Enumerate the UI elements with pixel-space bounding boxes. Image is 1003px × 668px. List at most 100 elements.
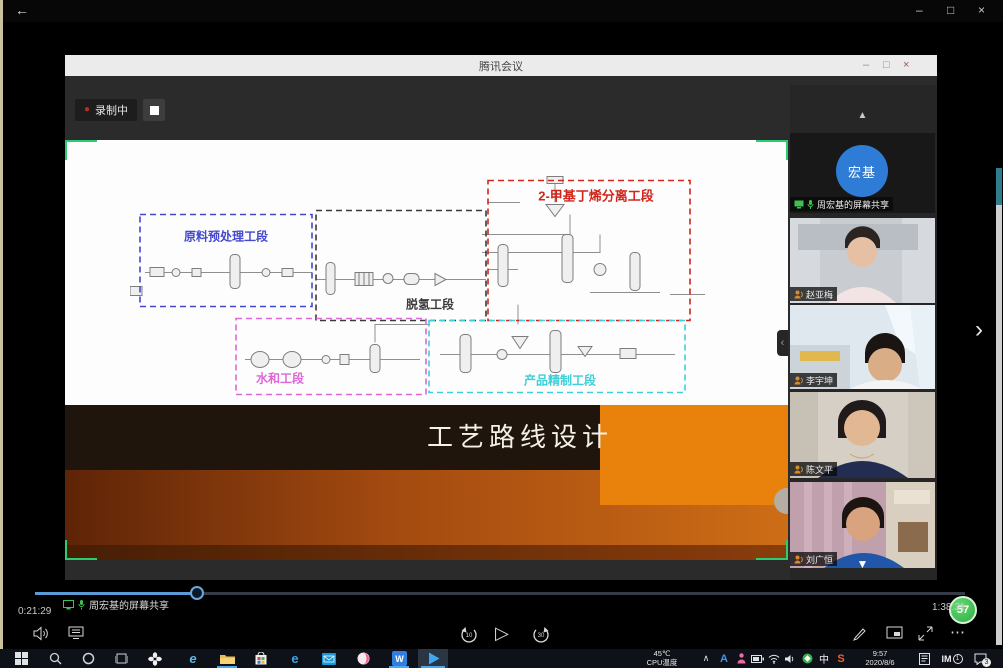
ime-status-icon[interactable]: IM 1 xyxy=(938,649,966,668)
annotate-button[interactable] xyxy=(852,626,867,646)
background-window-edge xyxy=(0,0,3,668)
skip-back-button[interactable]: 10 xyxy=(458,626,480,646)
mail-icon[interactable] xyxy=(316,649,342,668)
skip-forward-button[interactable]: 30 xyxy=(530,626,552,646)
mic-icon xyxy=(807,200,814,209)
avatar: 宏基 xyxy=(836,145,888,197)
meeting-minimize-button[interactable]: – xyxy=(863,59,869,71)
section-label-separation: 2-甲基丁烯分离工段 xyxy=(538,189,654,204)
fullscreen-button[interactable] xyxy=(918,626,933,646)
scroll-up-icon[interactable]: ▲ xyxy=(790,110,935,121)
tray-a-app-icon[interactable]: A xyxy=(716,649,732,668)
next-page-chevron[interactable]: › xyxy=(975,316,983,344)
close-button[interactable]: × xyxy=(978,3,985,17)
section-label-dehydrogenation: 脱氢工段 xyxy=(406,297,455,312)
action-center-icon[interactable]: 3 xyxy=(972,649,988,668)
file-explorer-icon[interactable] xyxy=(214,649,240,668)
participant-tile[interactable]: 陈文平 xyxy=(790,392,935,478)
edge-icon[interactable]: e xyxy=(282,649,308,668)
share-corner-marker xyxy=(756,540,788,560)
tray-expand-icon[interactable]: ∧ xyxy=(698,649,714,668)
skip-forward-value: 30 xyxy=(530,633,552,639)
maximize-button[interactable]: □ xyxy=(947,3,954,17)
cpu-temp-label: CPU温度 xyxy=(630,659,694,668)
participant-tile[interactable]: 刘广恒 xyxy=(790,482,935,568)
ms-store-icon[interactable] xyxy=(248,649,274,668)
mic-icon xyxy=(78,600,85,610)
shared-screen-region: 原料预处理工段 脱氢工段 2-甲基丁烯分离工段 水和工段 产品精制工段 工艺路线… xyxy=(65,140,788,560)
background-scrollbar[interactable] xyxy=(996,205,1002,645)
meeting-close-button[interactable]: × xyxy=(903,59,909,71)
taskbar: e e W 45℃ CPU温度 ∧ A xyxy=(0,649,1003,668)
pip-button[interactable] xyxy=(886,626,903,645)
svg-text:W: W xyxy=(395,654,404,664)
section-label-hydration: 水和工段 xyxy=(256,371,305,386)
meeting-title: 腾讯会议 xyxy=(65,58,937,74)
collapse-sidebar-tab[interactable]: ‹ xyxy=(777,330,788,356)
ie-icon[interactable]: e xyxy=(180,649,206,668)
participant-label: 周宏基的屏幕共享 xyxy=(817,198,889,211)
background-scrollbar-segment xyxy=(996,168,1002,205)
ime-language-icon[interactable]: 中 xyxy=(816,649,832,668)
recording-indicator: ● 录制中 xyxy=(75,99,137,121)
speaking-mic-icon xyxy=(794,376,803,385)
wifi-icon[interactable] xyxy=(766,649,782,668)
screen-share-icon xyxy=(63,600,74,610)
participant-label: 赵亚梅 xyxy=(806,288,833,301)
notes-icon[interactable] xyxy=(916,649,932,668)
process-flow-diagram: 原料预处理工段 脱氢工段 2-甲基丁烯分离工段 水和工段 产品精制工段 xyxy=(130,173,720,401)
share-corner-marker xyxy=(65,540,97,560)
progress-handle[interactable] xyxy=(190,586,204,600)
progress-track[interactable] xyxy=(35,592,965,595)
search-icon[interactable] xyxy=(42,649,68,668)
participant-tile[interactable]: 宏基 周宏基的屏幕共享 xyxy=(790,133,935,213)
display-settings-button[interactable] xyxy=(68,626,84,645)
sogou-icon[interactable]: S xyxy=(833,649,849,668)
cortana-icon[interactable] xyxy=(75,649,101,668)
video-player-taskbar-icon[interactable] xyxy=(418,649,448,668)
volume-tray-icon[interactable] xyxy=(782,649,798,668)
more-button[interactable]: ⋯ xyxy=(950,623,966,642)
section-label-pretreatment: 原料预处理工段 xyxy=(184,229,269,244)
participant-label: 陈文平 xyxy=(806,463,833,476)
battery-icon[interactable] xyxy=(749,649,765,668)
chevron-left-icon: ‹ xyxy=(781,337,785,349)
slide-title: 工艺路线设计 xyxy=(395,417,645,454)
volume-button[interactable] xyxy=(33,626,50,646)
share-corner-marker xyxy=(65,140,97,160)
speaking-mic-icon xyxy=(794,290,803,299)
start-button[interactable] xyxy=(8,649,34,668)
meeting-window: 腾讯会议 – □ × ● 录制中 xyxy=(65,55,937,580)
stop-icon xyxy=(150,106,159,115)
play-button[interactable]: ▷ xyxy=(495,624,509,644)
notification-count-badge: 3 xyxy=(982,658,991,667)
tray-date: 2020/8/6 xyxy=(852,659,908,668)
slide-bottom-band xyxy=(65,545,788,560)
meeting-restore-button[interactable]: □ xyxy=(883,59,890,71)
playback-share-label: 周宏基的屏幕共享 xyxy=(63,597,169,612)
pinwheel-app-icon[interactable] xyxy=(142,649,168,668)
tray-green-app-icon[interactable] xyxy=(799,649,815,668)
wps-icon[interactable]: W xyxy=(386,649,412,668)
total-time: 1:38:31 xyxy=(932,602,965,613)
tray-person-app-icon[interactable] xyxy=(733,649,749,668)
record-icon: ● xyxy=(84,105,90,115)
participant-tile[interactable]: 赵亚梅 xyxy=(790,218,935,303)
task-view-icon[interactable] xyxy=(108,649,134,668)
screen-share-icon xyxy=(794,200,804,209)
meeting-titlebar: 腾讯会议 – □ × xyxy=(65,55,937,76)
more-icon: ⋯ xyxy=(950,624,966,641)
music-app-icon[interactable] xyxy=(350,649,376,668)
participants-sidebar: ▲ 宏基 周宏基的屏幕共享 xyxy=(790,85,937,580)
elapsed-time: 0:21:29 xyxy=(18,606,51,617)
participant-tile[interactable]: 李宇坤 xyxy=(790,305,935,389)
cpu-temp-widget[interactable]: 45℃ CPU温度 xyxy=(630,650,694,667)
minimize-button[interactable]: – xyxy=(916,3,923,17)
recording-label: 录制中 xyxy=(95,102,128,118)
clock-widget[interactable]: 9:57 2020/8/6 xyxy=(852,650,908,667)
share-label-text: 周宏基的屏幕共享 xyxy=(89,597,169,612)
back-icon[interactable]: ← xyxy=(15,2,29,18)
player-titlebar: ← – □ × xyxy=(3,0,1003,22)
scroll-down-icon[interactable]: ▼ xyxy=(790,557,935,571)
stop-recording-button[interactable] xyxy=(143,99,165,121)
